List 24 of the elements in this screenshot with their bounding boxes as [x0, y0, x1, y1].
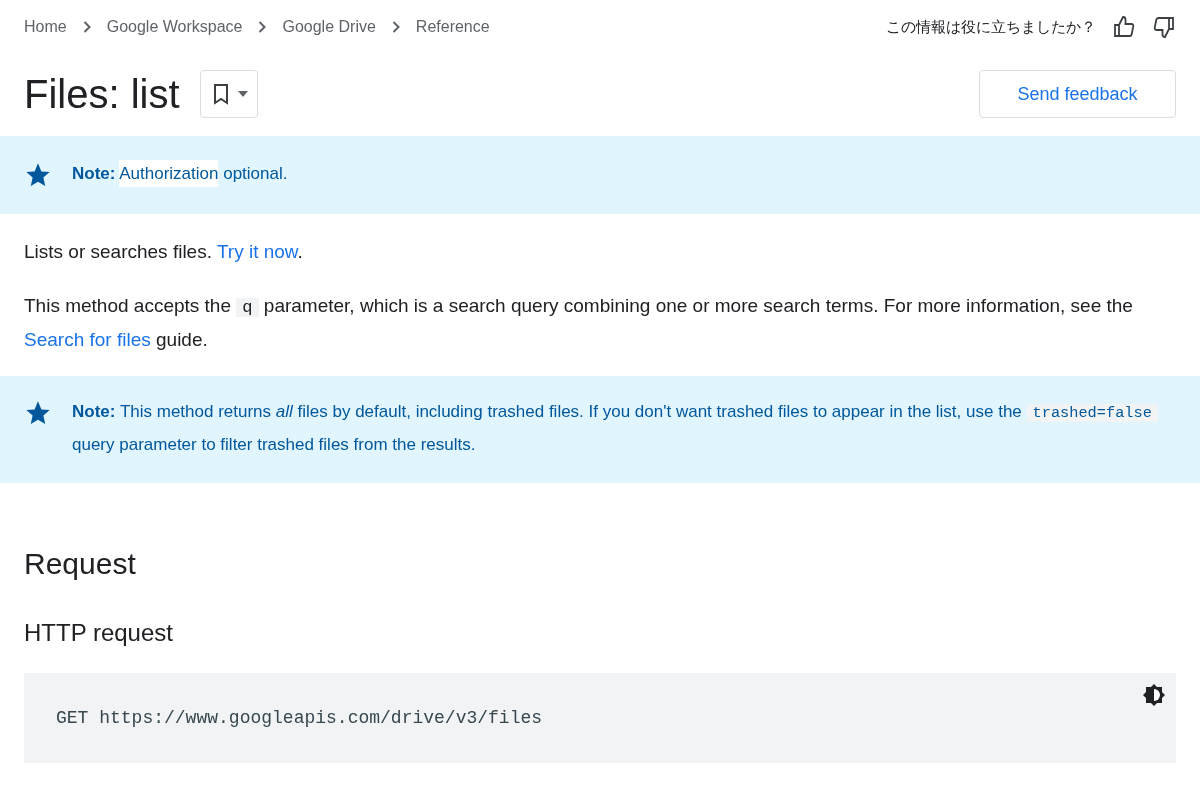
chevron-right-icon: [258, 21, 267, 33]
paragraph: Lists or searches files. Try it now.: [24, 240, 304, 264]
section-heading: Request: [23, 549, 137, 579]
chevron-right-icon: [82, 21, 91, 33]
paragraph: This method accepts the q parameter, which is a search query combining one or more search terms. For more information, see the Search for files guide.: [24, 294, 1134, 352]
thumbs-down-icon[interactable]: [1152, 15, 1176, 39]
chevron-right-icon: [391, 21, 400, 33]
breadcrumb-link[interactable]: Google Drive: [282, 15, 376, 39]
text-link[interactable]: Search for files: [24, 329, 151, 350]
theme-toggle-icon[interactable]: [1142, 683, 1166, 707]
note-text: Note: This method returns all files by default, including trashed files. If you don't want trashed files to appear in the list, use the trashed=false query parameter to filter trashed files from the results.: [72, 396, 1176, 461]
text-link[interactable]: Try it now: [216, 241, 298, 262]
code-text: GET https://www.googleapis.com/drive/v3/files: [56, 706, 543, 730]
send-feedback-button[interactable]: Send feedback: [979, 70, 1176, 118]
thumbs-up-icon[interactable]: [1112, 15, 1136, 39]
bookmark-button[interactable]: [199, 70, 258, 118]
page-title: Files: list: [24, 74, 180, 114]
breadcrumb-link[interactable]: Home: [24, 15, 67, 39]
caret-icon: [236, 90, 249, 98]
note-text: Note: Authorization optional.: [72, 158, 288, 190]
subsection-heading: HTTP request: [24, 621, 173, 645]
feedback-question: この情報は役に立ちましたか？: [886, 16, 1096, 38]
breadcrumb-link[interactable]: Google Workspace: [106, 15, 243, 39]
breadcrumb-link[interactable]: Reference: [415, 15, 490, 39]
